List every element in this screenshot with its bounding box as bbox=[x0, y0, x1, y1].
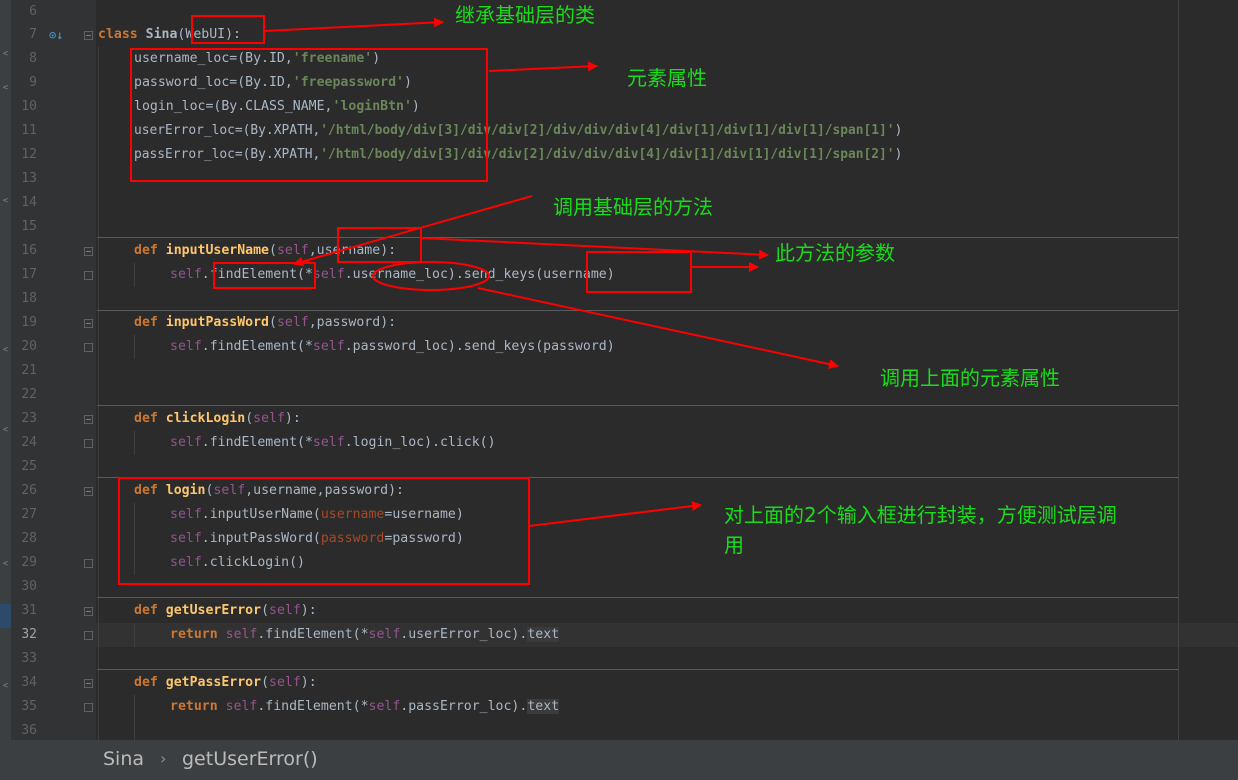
highlight-box-login bbox=[118, 477, 530, 585]
annotation-wrap-line1: 对上面的2个输入框进行封装，方便测试层调 bbox=[724, 503, 1117, 527]
arrow-attributes bbox=[488, 61, 598, 72]
annotation-attributes: 元素属性 bbox=[627, 66, 707, 90]
highlight-box-sendkeys-arg bbox=[586, 251, 692, 293]
highlight-box-base-class bbox=[191, 15, 265, 44]
annotation-call-base: 调用基础层的方法 bbox=[553, 195, 713, 219]
arrow-wrap bbox=[528, 501, 702, 527]
chevron-right-icon: › bbox=[160, 749, 167, 768]
annotation-call-attr: 调用上面的元素属性 bbox=[880, 366, 1060, 390]
arrow-call-attr bbox=[477, 287, 839, 369]
highlight-box-attributes bbox=[130, 48, 488, 182]
breadcrumb-class[interactable]: Sina bbox=[103, 748, 144, 770]
annotation-inherit: 继承基础层的类 bbox=[455, 3, 595, 27]
breadcrumb-method[interactable]: getUserError() bbox=[182, 748, 318, 770]
annotation-param: 此方法的参数 bbox=[775, 241, 895, 265]
highlight-ellipse-locator bbox=[372, 261, 490, 291]
arrow-call-base bbox=[293, 195, 533, 267]
highlight-box-param bbox=[337, 227, 422, 263]
highlight-box-findelement bbox=[213, 262, 316, 289]
annotation-wrap-line2: 用 bbox=[724, 533, 744, 557]
arrow-inherit bbox=[263, 17, 444, 32]
breadcrumb: Sina › getUserError() bbox=[0, 740, 1238, 780]
